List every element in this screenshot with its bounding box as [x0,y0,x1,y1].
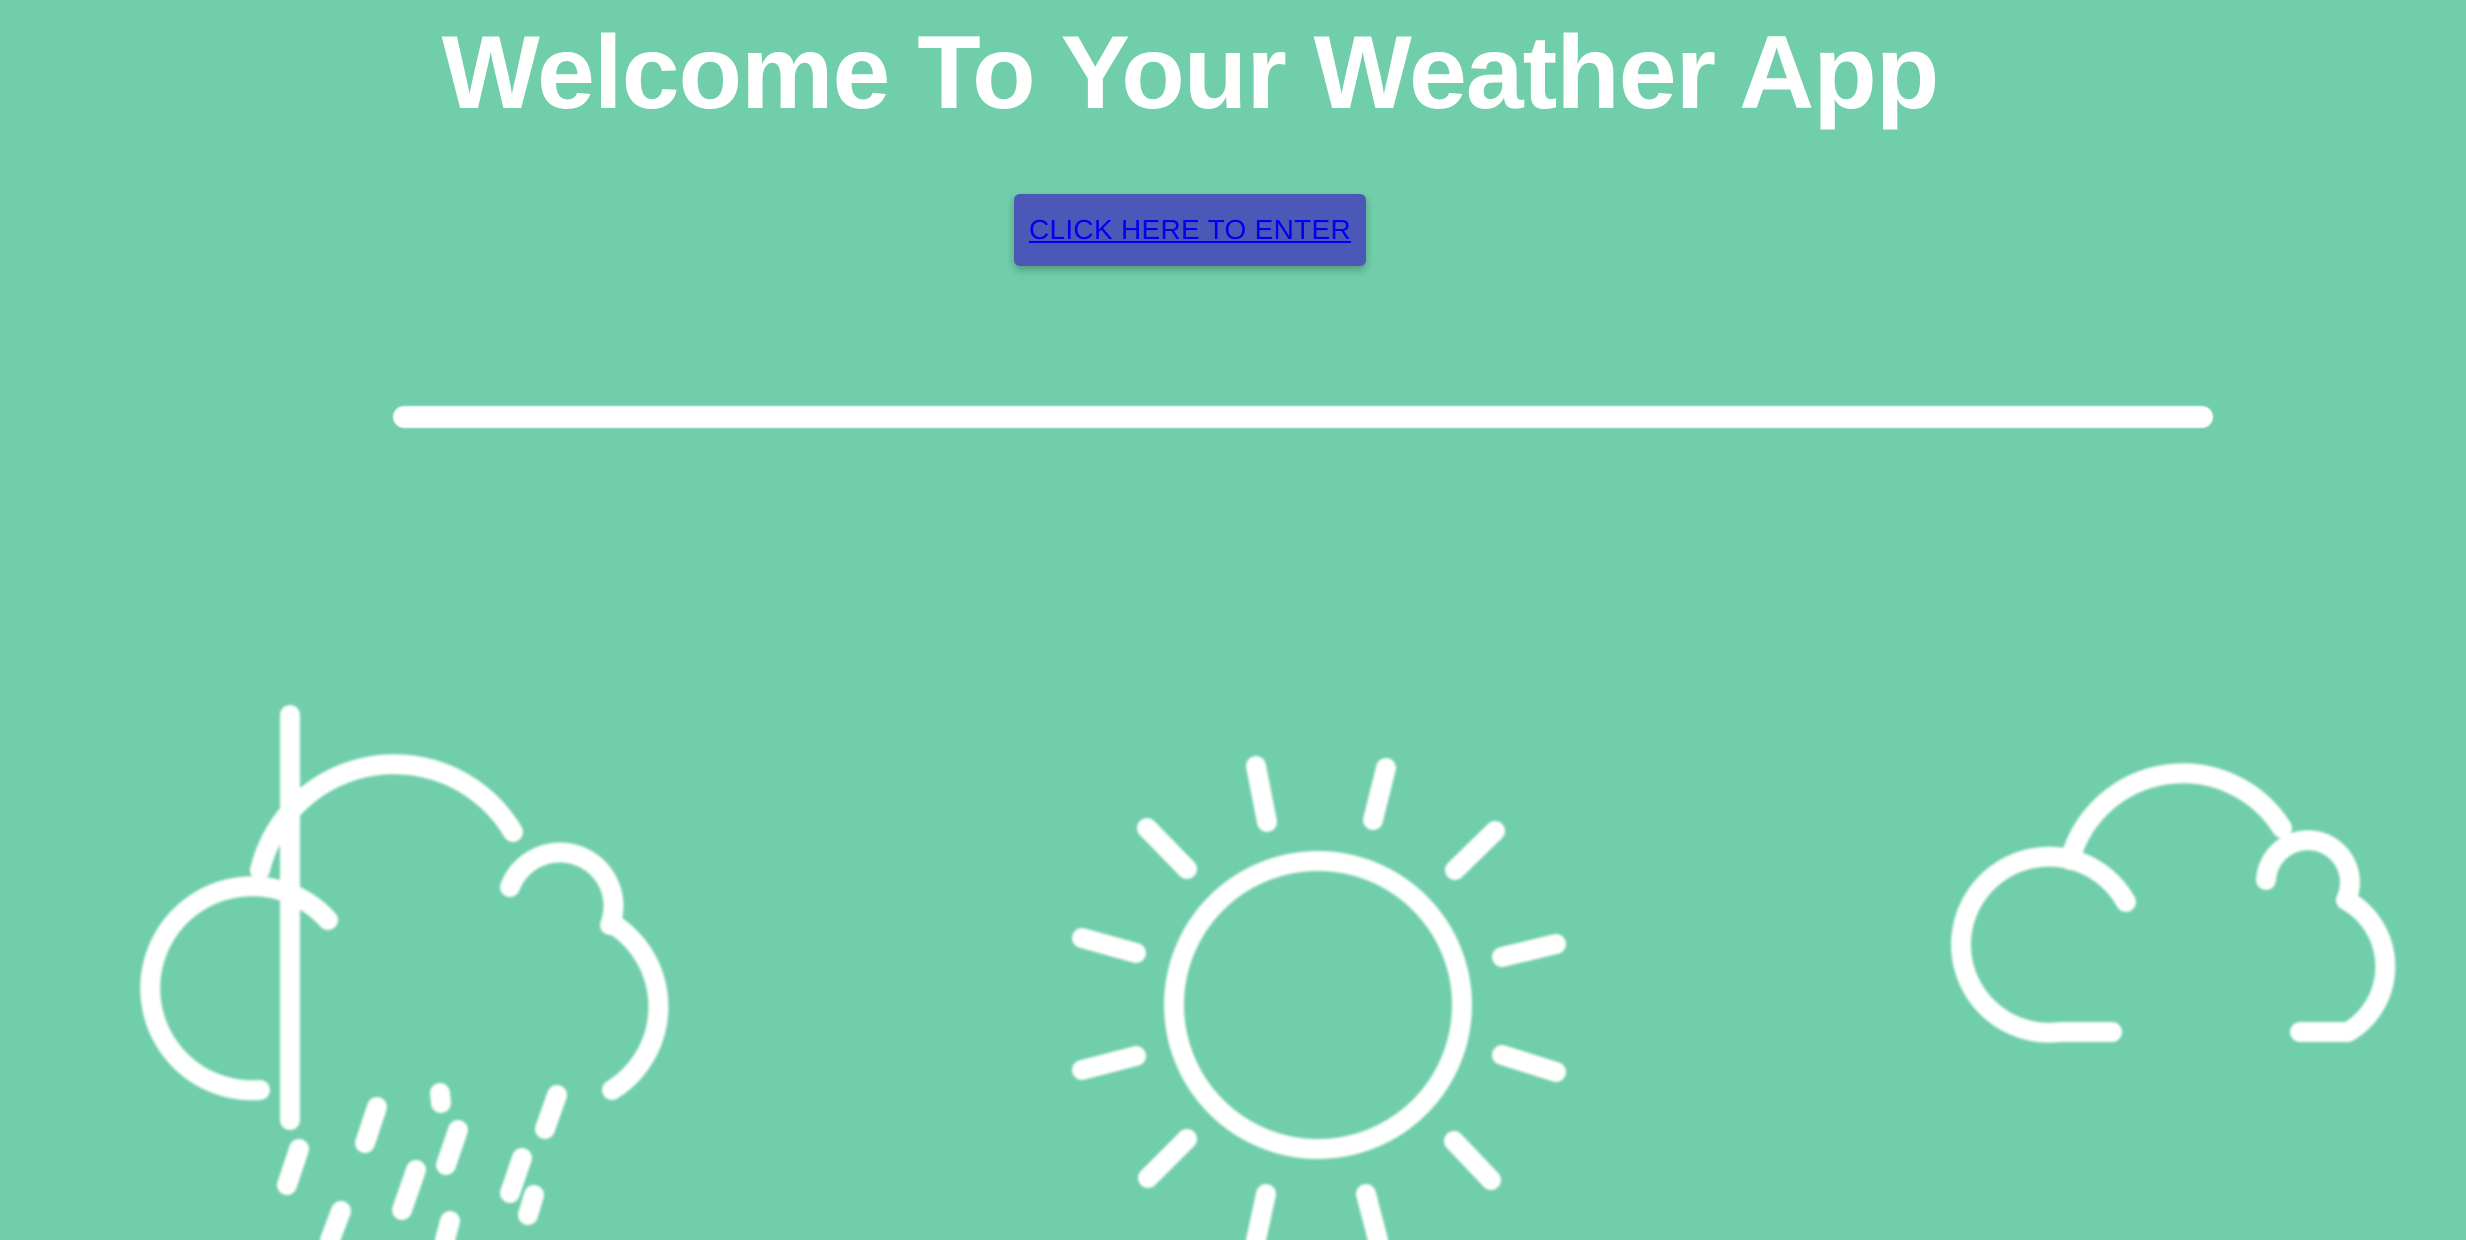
sun-icon [1072,756,1566,1240]
divider-line [393,406,2213,428]
enter-button[interactable]: CLICK HERE TO ENTER [1014,194,1366,266]
cloud-icon [1951,763,2396,1043]
enter-link[interactable]: CLICK HERE TO ENTER [1029,214,1351,246]
page-title: Welcome To Your Weather App [441,15,1940,131]
rain-cloud-icon [140,705,669,1240]
welcome-page: Welcome To Your Weather App CLICK HERE T… [0,0,2466,1240]
